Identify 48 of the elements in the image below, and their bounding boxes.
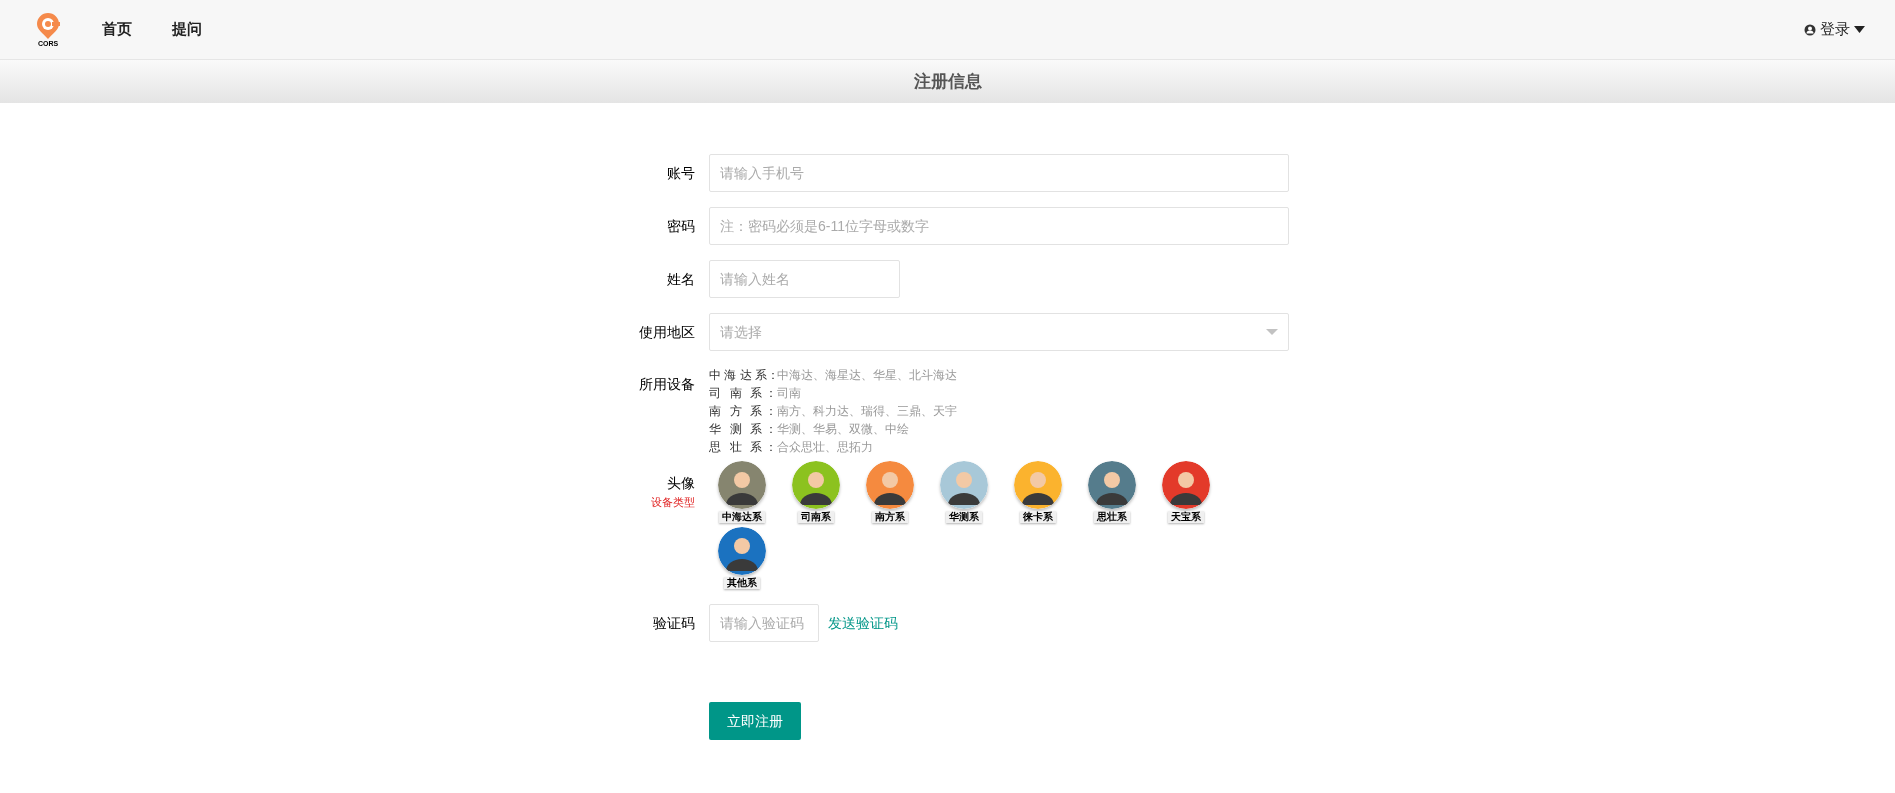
avatar-label: 中海达系: [719, 511, 765, 523]
caret-down-icon: [1266, 329, 1278, 335]
caret-down-icon: [1854, 26, 1865, 33]
device-brands: 司南: [777, 385, 801, 402]
device-brands: 华测、华易、双微、中绘: [777, 421, 909, 438]
device-series: 华 测 系：: [709, 421, 777, 438]
name-input[interactable]: 请输入姓名: [709, 260, 900, 298]
avatar-option[interactable]: 思壮系: [1087, 461, 1137, 523]
avatar-label: 华测系: [946, 511, 982, 523]
nav-link[interactable]: 提问: [172, 18, 202, 41]
avatar-label: 思壮系: [1094, 511, 1130, 523]
field-label: 验证码: [653, 614, 695, 631]
nav-link[interactable]: 首页: [102, 18, 132, 41]
avatar-option[interactable]: 华测系: [939, 461, 989, 523]
avatar-label: 其他系: [724, 577, 760, 589]
field-label: 账号: [667, 164, 695, 181]
field-label: 姓名: [667, 270, 695, 287]
avatar-option[interactable]: 司南系: [791, 461, 841, 523]
avatar-option[interactable]: 徕卡系: [1013, 461, 1063, 523]
user-icon: [1804, 23, 1816, 36]
login-menu[interactable]: 登录: [1804, 18, 1865, 41]
avatar-option[interactable]: 中海达系: [717, 461, 767, 523]
avatar-option[interactable]: 天宝系: [1161, 461, 1211, 523]
avatar-label: 司南系: [798, 511, 834, 523]
device-series: 司 南 系：: [709, 385, 777, 402]
device-brands: 合众思壮、思拓力: [777, 439, 873, 456]
password-input[interactable]: 注：密码必须是6-11位字母或数字: [709, 207, 1289, 245]
send-code-link[interactable]: 发送验证码: [828, 612, 898, 634]
field-hint: 设备类型: [651, 495, 695, 510]
register-button[interactable]: 立即注册: [709, 702, 801, 740]
avatar-label: 徕卡系: [1020, 511, 1056, 523]
device-series: 南 方 系：: [709, 403, 777, 420]
avatar-option[interactable]: 其他系: [717, 527, 767, 589]
device-series: 思 壮 系：: [709, 439, 777, 456]
field-label: 所用设备: [639, 376, 695, 392]
captcha-input[interactable]: 请输入验证码: [709, 604, 819, 642]
avatar-label: 南方系: [872, 511, 908, 523]
avatar-option[interactable]: 南方系: [865, 461, 915, 523]
avatar-label: 天宝系: [1168, 511, 1204, 523]
device-brands: 中海达、海星达、华星、北斗海达: [777, 367, 957, 384]
field-label: 密码: [667, 217, 695, 234]
phone-input[interactable]: 请输入手机号: [709, 154, 1289, 192]
page-title: 注册信息: [913, 70, 982, 93]
device-series: 中 海 达 系：: [709, 367, 777, 384]
field-label: 头像: [667, 474, 695, 493]
field-label: 使用地区: [639, 323, 695, 340]
location-pin-icon: [36, 12, 60, 40]
device-brands: 南方、科力达、瑞得、三鼎、天宇: [777, 403, 957, 420]
